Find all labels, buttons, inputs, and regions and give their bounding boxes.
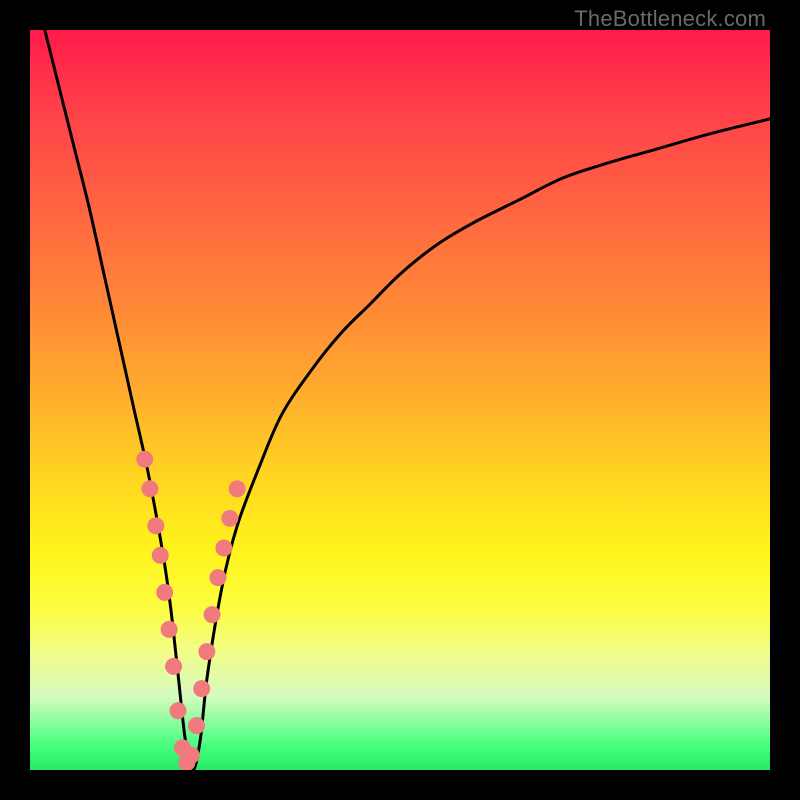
highlight-dot	[229, 480, 246, 497]
bottleneck-curve	[45, 30, 770, 770]
plot-area	[30, 30, 770, 770]
highlight-dot	[188, 717, 205, 734]
highlight-dot	[183, 747, 200, 764]
watermark-text: TheBottleneck.com	[574, 6, 766, 32]
highlight-dot	[193, 680, 210, 697]
highlight-dot	[165, 658, 182, 675]
highlight-dot	[147, 517, 164, 534]
highlight-dot	[156, 584, 173, 601]
highlight-dot	[141, 480, 158, 497]
highlight-dot	[152, 547, 169, 564]
highlight-dot	[198, 643, 215, 660]
highlight-dot	[215, 540, 232, 557]
highlight-dot	[209, 569, 226, 586]
highlight-dot	[170, 702, 187, 719]
highlight-dot	[221, 510, 238, 527]
highlight-dot	[204, 606, 221, 623]
chart-frame: TheBottleneck.com	[0, 0, 800, 800]
highlight-dot	[136, 451, 153, 468]
highlight-dot	[161, 621, 178, 638]
chart-svg	[30, 30, 770, 770]
